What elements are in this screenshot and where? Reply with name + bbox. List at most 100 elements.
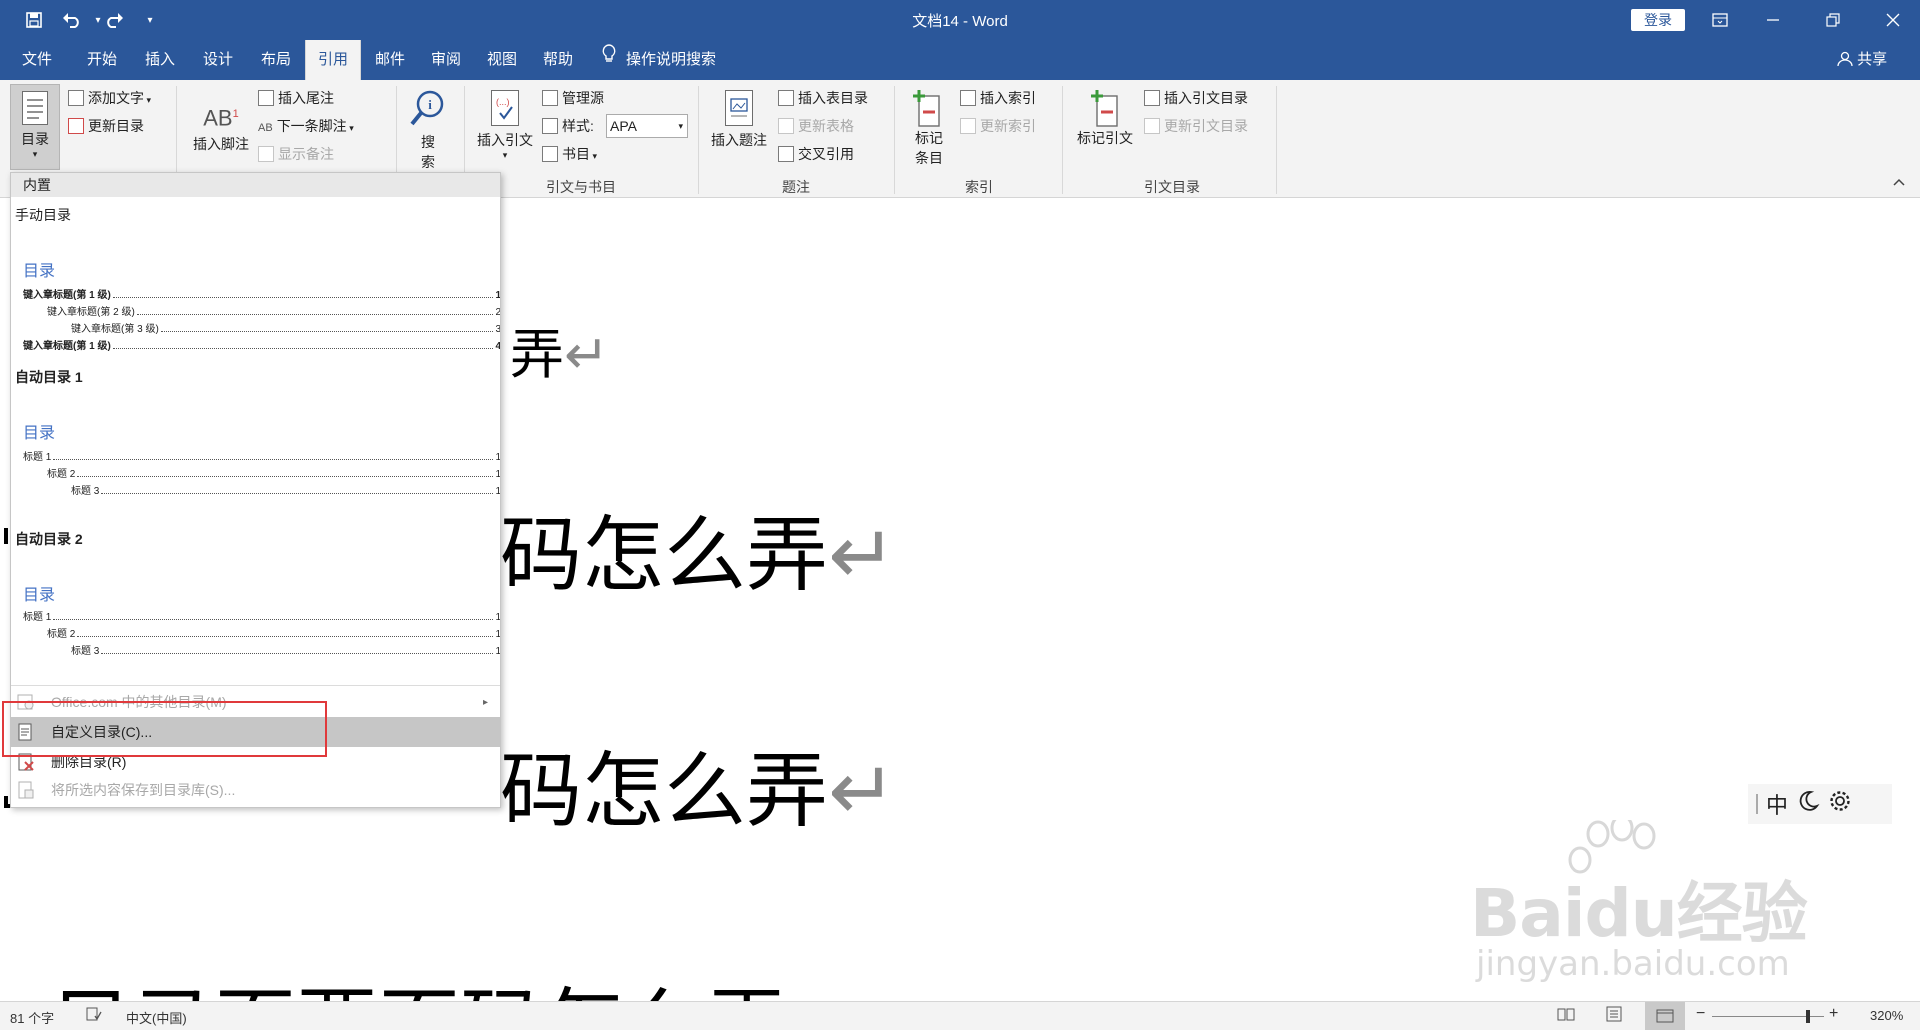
toc-button[interactable]: 目录 ▾: [10, 84, 60, 170]
gallery-title: 自动目录 1: [15, 369, 83, 385]
zoom-level[interactable]: 320%: [1870, 1008, 1903, 1023]
toc-preview-row: 键入章标题(第 1 级) 1: [23, 290, 501, 301]
tab-insert[interactable]: 插入: [132, 40, 188, 80]
tab-review[interactable]: 审阅: [418, 40, 474, 80]
collapse-ribbon-icon[interactable]: [1892, 176, 1906, 190]
update-index-button[interactable]: 更新索引: [960, 116, 1036, 136]
person-icon: [1837, 51, 1857, 68]
tab-help[interactable]: 帮助: [530, 40, 586, 80]
tab-layout[interactable]: 布局: [248, 40, 304, 80]
style-dropdown[interactable]: APA ▾: [606, 114, 688, 138]
web-layout-icon[interactable]: [1645, 1002, 1685, 1030]
insert-footnote-button[interactable]: AB1 插入脚注: [188, 94, 254, 154]
login-button[interactable]: 登录: [1631, 9, 1685, 31]
cross-reference-button[interactable]: 交叉引用: [778, 144, 854, 164]
tab-references[interactable]: 引用: [305, 40, 361, 80]
search-label-2: 索: [421, 154, 435, 170]
insert-caption-button[interactable]: 插入题注: [706, 90, 772, 150]
document-line-1[interactable]: 弄↵: [510, 310, 609, 389]
paragraph-mark-icon: ↵: [828, 744, 897, 839]
proofing-icon[interactable]: [86, 1007, 102, 1024]
gear-icon[interactable]: [1828, 789, 1852, 819]
toa-group-label: 引文目录: [1144, 179, 1200, 195]
endnote-icon: [258, 90, 274, 106]
mark-entry-icon: [904, 88, 954, 128]
save-selection-menu-item[interactable]: 将所选内容保存到目录库(S)...: [11, 775, 500, 805]
manage-sources-icon: [542, 90, 558, 106]
bibliography-button[interactable]: 书目 ▾: [542, 144, 597, 164]
update-toc-icon: [68, 118, 84, 134]
update-toc-label: 更新目录: [88, 118, 144, 134]
language-indicator[interactable]: 中文(中国): [126, 1008, 187, 1027]
share-label: 共享: [1857, 51, 1888, 68]
bibliography-icon: [542, 146, 558, 162]
tab-mailings[interactable]: 邮件: [362, 40, 418, 80]
toc-preview-heading: 目录: [23, 587, 56, 604]
update-table-button[interactable]: 更新表格: [778, 116, 854, 136]
watermark-brand: Baidu经验: [1470, 875, 1808, 952]
insert-endnote-button[interactable]: 插入尾注: [258, 88, 334, 108]
update-index-label: 更新索引: [980, 118, 1036, 134]
moon-icon[interactable]: [1796, 789, 1820, 819]
cross-reference-icon: [778, 146, 794, 162]
menu-header: 内置: [11, 173, 500, 197]
tab-design[interactable]: 设计: [190, 40, 246, 80]
tab-home[interactable]: 开始: [74, 40, 130, 80]
insert-index-button[interactable]: 插入索引: [960, 88, 1036, 108]
insert-footnote-label: 插入脚注: [193, 136, 249, 152]
zoom-slider-thumb[interactable]: [1806, 1010, 1810, 1023]
word-count[interactable]: 81 个字: [10, 1008, 54, 1027]
update-toa-label: 更新引文目录: [1164, 118, 1248, 134]
manage-sources-label: 管理源: [562, 90, 604, 106]
share-button[interactable]: 共享: [1837, 40, 1887, 80]
tell-me-search[interactable]: 操作说明搜索: [602, 40, 716, 80]
close-icon[interactable]: [1873, 6, 1913, 34]
print-layout-icon[interactable]: [1604, 1006, 1624, 1025]
read-mode-icon[interactable]: [1556, 1006, 1576, 1025]
ribbon-display-options-icon[interactable]: [1700, 6, 1740, 34]
restore-icon[interactable]: [1813, 6, 1853, 34]
mark-citation-button[interactable]: 标记引文: [1072, 88, 1138, 148]
tell-me-label: 操作说明搜索: [626, 51, 717, 68]
svg-text:i: i: [428, 97, 432, 112]
tab-view[interactable]: 视图: [474, 40, 530, 80]
manage-sources-button[interactable]: 管理源: [542, 88, 604, 108]
zoom-out-icon[interactable]: −: [1696, 1005, 1705, 1023]
insert-citation-icon: (...): [491, 90, 519, 126]
insert-citation-button[interactable]: (...) 插入引文 ▾: [472, 90, 538, 161]
document-line-3[interactable]: 码怎么弄↵: [500, 724, 897, 843]
paragraph-mark-icon: ↵: [828, 508, 897, 603]
insert-citation-label: 插入引文: [477, 132, 533, 148]
ime-toolbar: 中: [1748, 784, 1892, 824]
watermark: Baidu经验 jingyan.baidu.com: [1470, 814, 1830, 990]
update-toa-icon: [1144, 118, 1160, 134]
insert-toa-button[interactable]: 插入引文目录: [1144, 88, 1248, 108]
mark-entry-button[interactable]: 标记 条目: [904, 88, 954, 168]
document-line-2[interactable]: 码怎么弄↵: [500, 488, 897, 607]
document-line-4[interactable]: 目录页要页码怎么弄: [50, 960, 788, 1001]
ime-drag-handle[interactable]: [1756, 794, 1758, 814]
add-text-label: 添加文字: [88, 90, 144, 106]
tab-file[interactable]: 文件: [8, 40, 66, 80]
add-text-button[interactable]: 添加文字 ▾: [68, 88, 151, 108]
toc-icon: [22, 91, 48, 125]
mark-entry-label-2: 条目: [915, 150, 943, 166]
minimize-icon[interactable]: [1753, 6, 1793, 34]
update-toa-button[interactable]: 更新引文目录: [1144, 116, 1248, 136]
index-group-label: 索引: [965, 179, 993, 195]
smart-lookup-button[interactable]: i 搜 索: [406, 88, 450, 172]
update-toc-button[interactable]: 更新目录: [68, 116, 144, 136]
ime-mode-toggle[interactable]: 中: [1766, 788, 1788, 820]
next-footnote-button[interactable]: AB 下一条脚注 ▾: [258, 116, 354, 136]
style-selector: 样式:: [542, 116, 594, 136]
separator: [1276, 86, 1277, 194]
zoom-in-icon[interactable]: +: [1829, 1005, 1838, 1023]
insert-table-of-figures-button[interactable]: 插入表目录: [778, 88, 868, 108]
insert-index-label: 插入索引: [980, 90, 1036, 106]
show-notes-button[interactable]: 显示备注: [258, 144, 334, 164]
document-text: 码怎么弄: [500, 744, 829, 839]
toc-preview-row: 键入章标题(第 1 级) 4: [23, 341, 501, 352]
gallery-title: 自动目录 2: [15, 531, 83, 547]
update-table-icon: [778, 118, 794, 134]
bibliography-label: 书目: [562, 146, 590, 162]
